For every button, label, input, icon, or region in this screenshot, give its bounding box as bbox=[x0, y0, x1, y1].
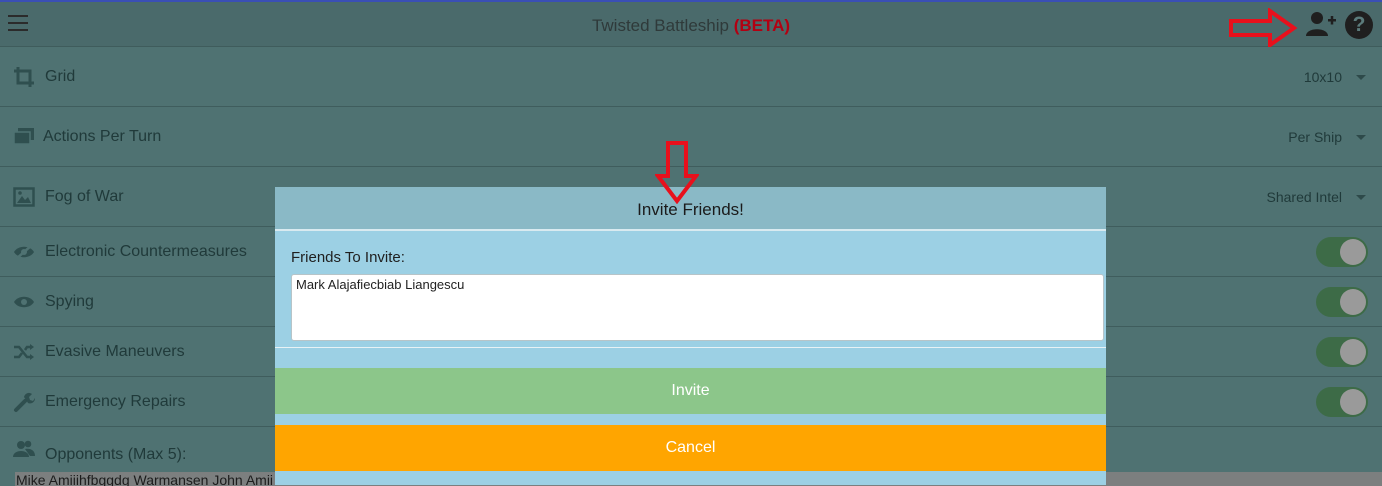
annotation-arrow-down-icon bbox=[655, 141, 699, 204]
add-user-icon[interactable] bbox=[1305, 10, 1337, 38]
cancel-button[interactable]: Cancel bbox=[275, 425, 1106, 471]
eye-icon bbox=[14, 296, 34, 307]
toggle-knob bbox=[1340, 288, 1366, 315]
image-icon bbox=[13, 186, 35, 207]
evasive-toggle[interactable] bbox=[1316, 336, 1368, 367]
annotation-arrow-right-icon bbox=[1229, 8, 1298, 48]
shuffle-icon bbox=[14, 343, 34, 360]
spying-toggle[interactable] bbox=[1316, 286, 1368, 317]
grid-select-value[interactable]: 10x10 bbox=[1304, 69, 1342, 85]
chevron-down-icon[interactable] bbox=[1356, 134, 1366, 140]
app-title-text: Twisted Battleship bbox=[591, 16, 729, 35]
divider bbox=[275, 347, 1106, 348]
eye-slash-icon bbox=[14, 243, 34, 260]
help-icon[interactable]: ? bbox=[1345, 11, 1373, 39]
crop-icon bbox=[14, 66, 34, 87]
friends-to-invite-label: Friends To Invite: bbox=[291, 249, 405, 266]
actions-select-value[interactable]: Per Ship bbox=[1288, 129, 1342, 145]
setting-label-grid: Grid bbox=[45, 67, 76, 85]
chevron-down-icon[interactable] bbox=[1356, 74, 1366, 80]
chevron-down-icon[interactable] bbox=[1356, 194, 1366, 200]
app-header: Twisted Battleship (BETA) ? bbox=[0, 2, 1382, 48]
toggle-knob bbox=[1340, 338, 1366, 365]
toggle-knob bbox=[1340, 388, 1366, 415]
invite-button[interactable]: Invite bbox=[275, 368, 1106, 414]
opponents-label: Opponents (Max 5): bbox=[45, 446, 187, 463]
beta-badge: (BETA) bbox=[733, 16, 791, 35]
users-icon bbox=[13, 440, 35, 457]
app-title: Twisted Battleship (BETA) bbox=[0, 16, 1382, 36]
setting-label-ecm: Electronic Countermeasures bbox=[45, 242, 247, 260]
repairs-toggle[interactable] bbox=[1316, 386, 1368, 417]
fog-select-value[interactable]: Shared Intel bbox=[1267, 189, 1343, 205]
toggle-knob bbox=[1340, 238, 1366, 265]
ecm-toggle[interactable] bbox=[1316, 236, 1368, 267]
setting-label-fog: Fog of War bbox=[45, 187, 124, 205]
setting-label-actions: Actions Per Turn bbox=[43, 127, 162, 145]
setting-label-evasive: Evasive Maneuvers bbox=[45, 342, 185, 360]
friends-to-invite-field[interactable]: Mark Alajafiecbiab Liangescu bbox=[291, 274, 1104, 341]
setting-label-spying: Spying bbox=[45, 292, 94, 310]
wrench-icon bbox=[14, 392, 35, 412]
setting-label-repairs: Emergency Repairs bbox=[45, 392, 186, 410]
invite-friends-modal: Invite Friends! Friends To Invite: Mark … bbox=[275, 187, 1106, 485]
setting-row-grid[interactable]: Grid 10x10 bbox=[0, 47, 1382, 107]
layers-icon bbox=[13, 127, 34, 145]
